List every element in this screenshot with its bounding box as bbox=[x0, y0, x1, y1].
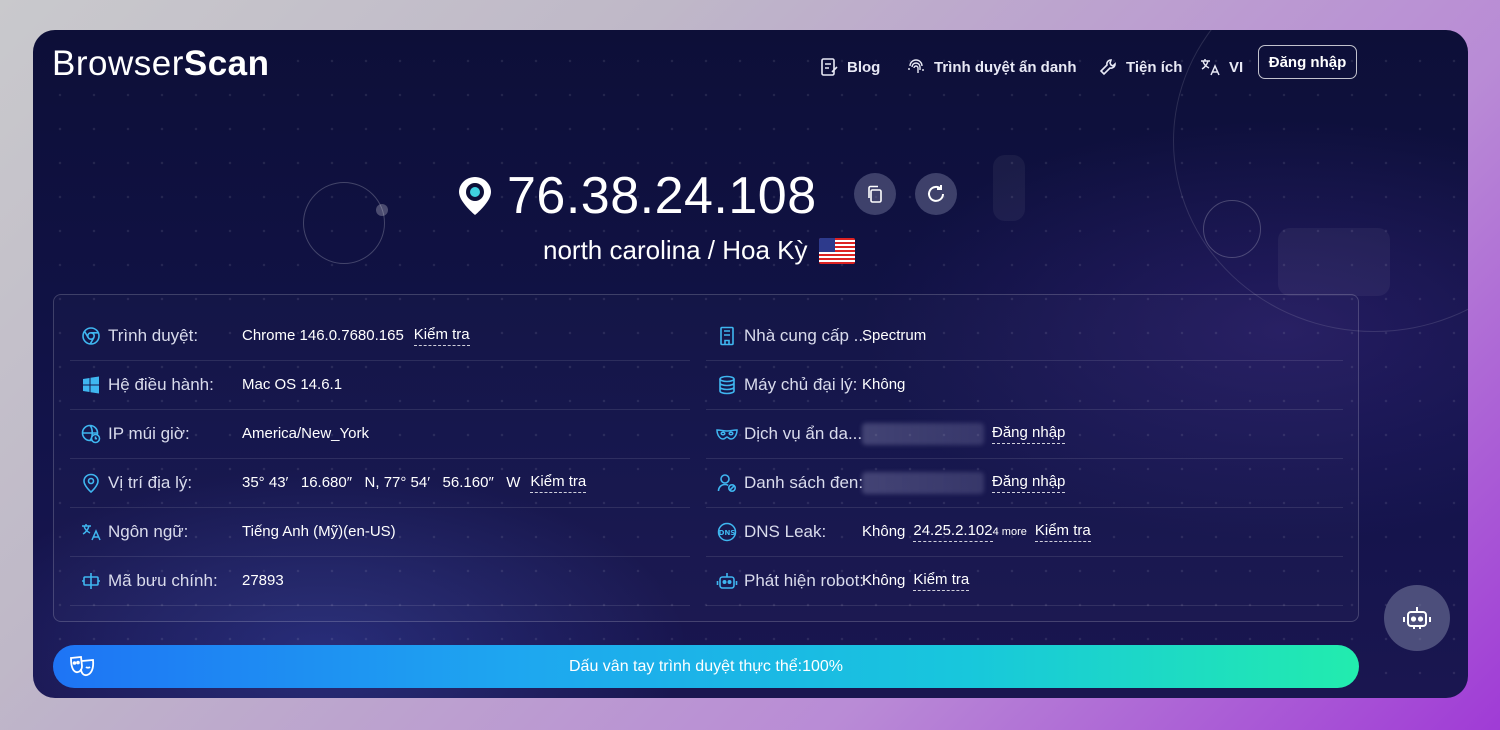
nav-tools[interactable]: Tiện ích bbox=[1098, 52, 1182, 82]
ip-address: 76.38.24.108 bbox=[507, 167, 817, 225]
theater-mask-icon bbox=[70, 656, 95, 677]
row-blacklist: Danh sách đen: Đăng nhập bbox=[706, 458, 1343, 508]
value-geolocation: 35° 43′ 16.680″ N, 77° 54′ 56.160″ W bbox=[242, 474, 521, 491]
building-icon bbox=[716, 325, 738, 347]
label-browser: Trình duyệt: bbox=[108, 325, 199, 345]
blurred-value bbox=[862, 422, 984, 445]
robot-icon bbox=[1403, 607, 1431, 629]
mask-icon bbox=[716, 423, 738, 445]
document-edit-icon bbox=[821, 58, 838, 76]
label-ip-timezone: IP múi giờ: bbox=[108, 423, 190, 443]
row-anonymity-service: Dịch vụ ẩn da... Đăng nhập bbox=[706, 409, 1343, 459]
windows-icon bbox=[80, 374, 102, 396]
value-postal-code: 27893 bbox=[242, 572, 284, 589]
blurred-value bbox=[862, 471, 984, 494]
nav-blog[interactable]: Blog bbox=[819, 52, 880, 82]
decorative-rect bbox=[1278, 228, 1390, 296]
label-anonymity-service: Dịch vụ ẩn da... bbox=[744, 423, 863, 443]
chrome-icon bbox=[80, 325, 102, 347]
row-browser: Trình duyệt: Chrome 146.0.7680.165 Kiểm t… bbox=[70, 311, 690, 361]
wrench-icon bbox=[1099, 59, 1116, 76]
label-postal-code: Mã bưu chính: bbox=[108, 570, 218, 590]
decorative-circle bbox=[303, 182, 385, 264]
row-language: Ngôn ngữ: Tiếng Anh (Mỹ)(en-US) bbox=[70, 507, 690, 557]
postal-icon bbox=[80, 570, 102, 592]
dns-more-count[interactable]: 4 more bbox=[993, 526, 1027, 538]
label-robot-detection: Phát hiện robot: bbox=[744, 570, 865, 590]
value-isp: Spectrum bbox=[862, 327, 927, 344]
location-pin-icon bbox=[459, 177, 491, 215]
copy-ip-button[interactable] bbox=[854, 173, 896, 215]
check-geolocation-link[interactable]: Kiểm tra bbox=[530, 473, 587, 493]
decorative-rect bbox=[993, 155, 1025, 221]
row-robot-detection: Phát hiện robot: Không Kiểm tra bbox=[706, 556, 1343, 606]
row-isp: Nhà cung cấp ... Spectrum bbox=[706, 311, 1343, 361]
dns-ip-link[interactable]: 24.25.2.102 bbox=[913, 522, 993, 542]
decorative-dot bbox=[376, 204, 388, 216]
check-browser-link[interactable]: Kiểm tra bbox=[413, 326, 470, 346]
svg-text:DNS: DNS bbox=[719, 529, 736, 537]
anonymity-login-link[interactable]: Đăng nhập bbox=[992, 424, 1066, 444]
us-flag-icon bbox=[819, 237, 856, 264]
nav-tools-label: Tiện ích bbox=[1126, 58, 1183, 76]
location-pin-icon bbox=[80, 472, 102, 494]
label-proxy: Máy chủ đại lý: bbox=[744, 374, 858, 394]
translate-icon bbox=[1201, 59, 1220, 76]
nav-incognito-browser[interactable]: Trình duyệt ẩn danh bbox=[906, 52, 1077, 82]
nav-incognito-label: Trình duyệt ẩn danh bbox=[934, 58, 1077, 76]
value-browser: Chrome 146.0.7680.165 bbox=[242, 327, 404, 344]
row-postal-code: Mã bưu chính: 27893 bbox=[70, 556, 690, 606]
ip-location: north carolina / Hoa Kỳ bbox=[543, 235, 856, 266]
logo-text-bold: Scan bbox=[183, 44, 270, 83]
browserscan-logo[interactable]: BrowserScan bbox=[52, 44, 270, 84]
value-os: Mac OS 14.6.1 bbox=[242, 376, 343, 393]
fingerprint-icon bbox=[908, 59, 924, 73]
login-button[interactable]: Đăng nhập bbox=[1258, 45, 1357, 79]
row-proxy: Máy chủ đại lý: Không bbox=[706, 360, 1343, 410]
label-geolocation: Vị trí địa lý: bbox=[108, 472, 193, 492]
main-window: BrowserScan Blog Trình duyệt ẩn danh Tiệ… bbox=[33, 30, 1468, 698]
value-ip-timezone: America/New_York bbox=[242, 425, 369, 442]
language-switcher[interactable]: VI bbox=[1199, 52, 1243, 82]
label-dns-leak: DNS Leak: bbox=[744, 521, 827, 541]
row-geolocation: Vị trí địa lý: 35° 43′ 16.680″ N, 77° 54… bbox=[70, 458, 690, 508]
dns-icon: DNS bbox=[716, 521, 738, 543]
label-blacklist: Danh sách đen: bbox=[744, 472, 864, 492]
value-dns-leak: Không bbox=[862, 523, 906, 540]
value-language: Tiếng Anh (Mỹ)(en-US) bbox=[242, 523, 396, 540]
check-dns-link[interactable]: Kiểm tra bbox=[1034, 522, 1091, 542]
location-text: north carolina / Hoa Kỳ bbox=[543, 235, 808, 265]
nav-blog-label: Blog bbox=[847, 58, 881, 76]
robot-assistant-button[interactable] bbox=[1384, 585, 1450, 651]
fingerprint-score-bar[interactable]: Dấu vân tay trình duyệt thực thể:100% bbox=[53, 645, 1359, 688]
robot-icon bbox=[716, 570, 738, 592]
fingerprint-score-text: Dấu vân tay trình duyệt thực thể:100% bbox=[569, 657, 843, 675]
value-robot-detection: Không bbox=[862, 572, 906, 589]
info-panel: Trình duyệt: Chrome 146.0.7680.165 Kiểm t… bbox=[53, 294, 1359, 622]
refresh-ip-button[interactable] bbox=[915, 173, 957, 215]
database-icon bbox=[716, 374, 738, 396]
ip-hero: 76.38.24.108 bbox=[457, 166, 817, 226]
translate-icon bbox=[80, 521, 102, 543]
label-isp: Nhà cung cấp ... bbox=[744, 325, 868, 345]
globe-clock-icon bbox=[80, 423, 102, 445]
copy-icon bbox=[868, 185, 882, 203]
value-proxy: Không bbox=[862, 376, 906, 393]
row-dns-leak: DNS DNS Leak: Không 24.25.2.102 4 more Ki… bbox=[706, 507, 1343, 557]
language-label: VI bbox=[1229, 58, 1244, 76]
row-ip-timezone: IP múi giờ: America/New_York bbox=[70, 409, 690, 459]
label-os: Hệ điều hành: bbox=[108, 374, 214, 394]
user-block-icon bbox=[716, 472, 738, 494]
refresh-icon bbox=[928, 185, 944, 202]
row-os: Hệ điều hành: Mac OS 14.6.1 bbox=[70, 360, 690, 410]
check-robot-link[interactable]: Kiểm tra bbox=[913, 571, 970, 591]
label-language: Ngôn ngữ: bbox=[108, 521, 189, 541]
logo-text-regular: Browser bbox=[52, 44, 184, 83]
blacklist-login-link[interactable]: Đăng nhập bbox=[992, 473, 1066, 493]
